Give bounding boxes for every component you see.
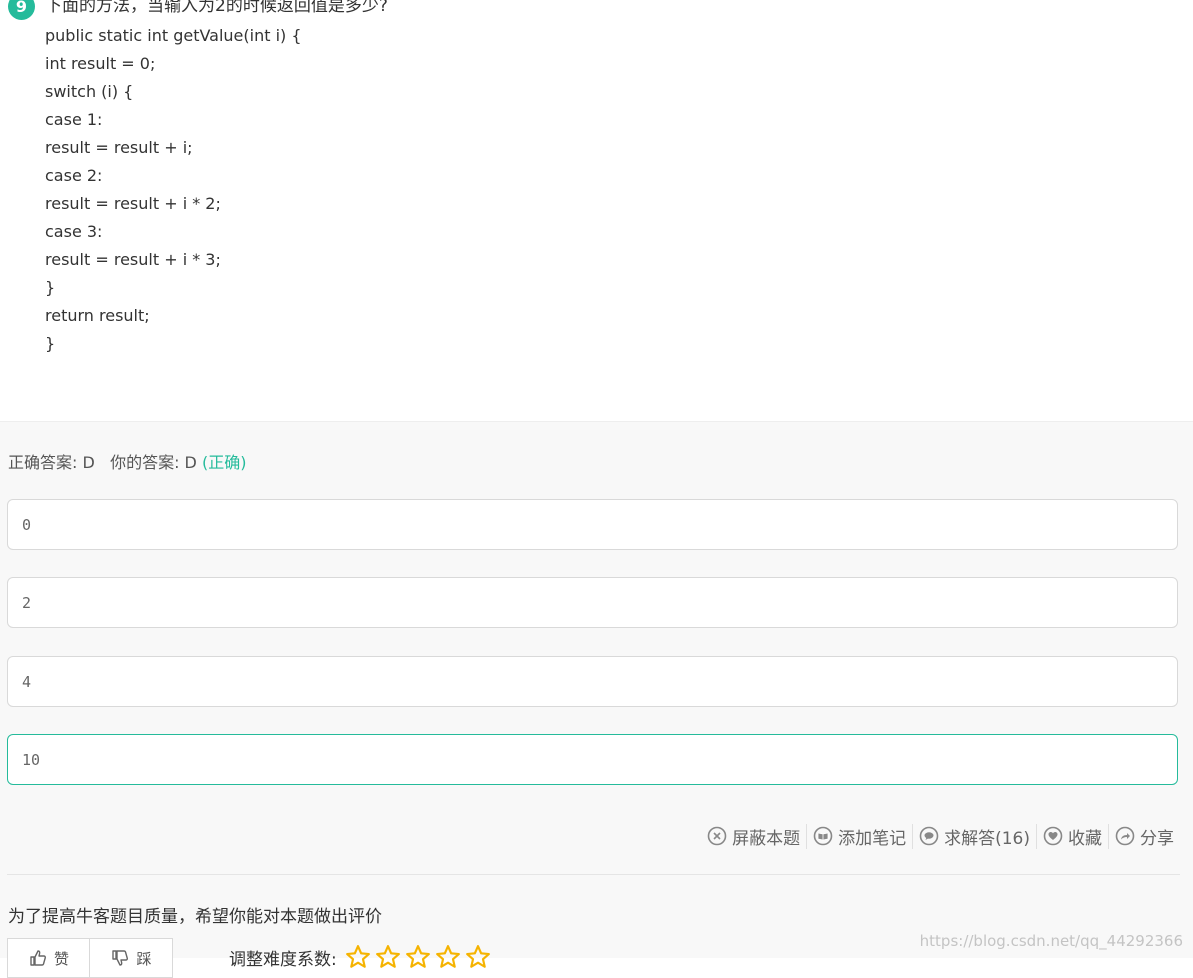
book-icon	[813, 826, 833, 846]
block-question-button[interactable]: 屏蔽本题	[701, 824, 806, 849]
question-panel: 9 下面的方法，当输入为2的时候返回值是多少? public static in…	[0, 0, 1193, 421]
difficulty-rating: 调整难度系数:	[229, 944, 495, 970]
thumbs-up-icon	[30, 950, 46, 966]
watermark: https://blog.csdn.net/qq_44292366	[919, 932, 1183, 950]
thumbs-down-icon	[112, 950, 129, 966]
add-note-button[interactable]: 添加笔记	[806, 823, 912, 849]
question-number-badge: 9	[8, 0, 35, 20]
star-icon[interactable]	[375, 944, 401, 970]
add-note-label: 添加笔记	[838, 828, 907, 849]
difficulty-label: 调整难度系数:	[229, 949, 337, 970]
share-label: 分享	[1140, 828, 1174, 849]
question-title: 下面的方法，当输入为2的时候返回值是多少?	[45, 0, 388, 16]
difficulty-stars[interactable]	[345, 944, 495, 970]
code-line: }	[45, 278, 56, 297]
favorite-label: 收藏	[1068, 828, 1102, 849]
like-button[interactable]: 赞	[7, 938, 90, 978]
code-line: case 1:	[45, 110, 103, 129]
like-label: 赞	[53, 949, 69, 968]
code-line: result = result + i * 3;	[45, 250, 221, 269]
divider	[7, 874, 1180, 875]
your-answer-label: 你的答案: D	[110, 453, 197, 472]
option-c-text: 4	[22, 673, 32, 691]
code-line: int result = 0;	[45, 54, 156, 73]
star-icon[interactable]	[465, 944, 491, 970]
heart-icon	[1043, 826, 1063, 846]
code-line: result = result + i * 2;	[45, 194, 221, 213]
share-button[interactable]: 分享	[1108, 823, 1180, 849]
dislike-label: 踩	[136, 949, 152, 968]
code-line: case 2:	[45, 166, 103, 185]
code-line: }	[45, 334, 56, 353]
block-question-label: 屏蔽本题	[732, 828, 801, 849]
ask-answer-button[interactable]: 求解答(16)	[912, 823, 1036, 849]
option-a-text: 0	[22, 516, 32, 534]
code-line: case 3:	[45, 222, 103, 241]
chat-bubble-icon	[919, 826, 939, 846]
option-b-text: 2	[22, 594, 32, 612]
answer-status: (正确)	[201, 453, 247, 472]
answer-area: 正确答案: D 你的答案: D (正确) 0 2 4 10 屏蔽本题 添加笔记	[0, 421, 1193, 978]
code-block: public static int getValue(int i) { int …	[45, 22, 302, 358]
code-line: return result;	[45, 306, 150, 325]
option-d[interactable]: 10	[7, 734, 1178, 785]
favorite-button[interactable]: 收藏	[1036, 823, 1108, 849]
option-b[interactable]: 2	[7, 577, 1178, 628]
share-icon	[1115, 826, 1135, 846]
option-c[interactable]: 4	[7, 656, 1178, 707]
code-line: switch (i) {	[45, 82, 134, 101]
star-icon[interactable]	[345, 944, 371, 970]
option-a[interactable]: 0	[7, 499, 1178, 550]
dislike-button[interactable]: 踩	[90, 938, 173, 978]
vote-buttons: 赞 踩	[7, 938, 173, 978]
ask-answer-label: 求解答(16)	[944, 828, 1030, 849]
code-line: public static int getValue(int i) {	[45, 26, 302, 45]
star-icon[interactable]	[405, 944, 431, 970]
correct-answer-label: 正确答案: D	[8, 453, 95, 472]
rating-title: 为了提高牛客题目质量，希望你能对本题做出评价	[8, 907, 382, 927]
star-icon[interactable]	[435, 944, 461, 970]
question-toolbar: 屏蔽本题 添加笔记 求解答(16) 收藏 分享	[701, 823, 1180, 849]
block-icon	[707, 826, 727, 846]
code-line: result = result + i;	[45, 138, 193, 157]
option-d-text: 10	[22, 751, 41, 769]
answer-result: 正确答案: D 你的答案: D (正确)	[8, 449, 246, 473]
